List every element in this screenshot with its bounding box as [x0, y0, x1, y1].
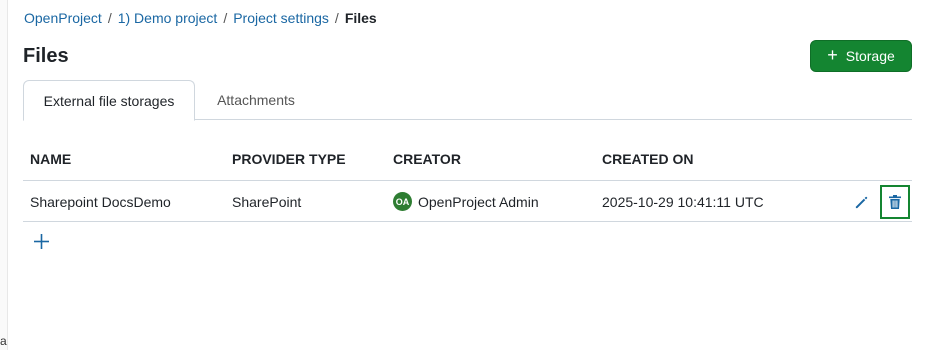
breadcrumb-separator: /	[334, 10, 339, 26]
breadcrumb-separator: /	[223, 10, 228, 26]
add-storage-row-button[interactable]	[32, 232, 50, 250]
breadcrumb-separator: /	[107, 10, 112, 26]
breadcrumb: OpenProject / 1) Demo project / Project …	[24, 10, 377, 26]
column-header-provider-type[interactable]: PROVIDER TYPE	[232, 151, 346, 167]
table-row: Sharepoint DocsDemo SharePoint OA OpenPr…	[23, 181, 912, 222]
delete-button[interactable]	[880, 185, 910, 219]
edit-button[interactable]	[851, 192, 871, 212]
trash-icon	[889, 195, 901, 209]
storages-table: NAME PROVIDER TYPE CREATOR CREATED ON Sh…	[23, 138, 912, 222]
breadcrumb-openproject[interactable]: OpenProject	[24, 10, 102, 26]
tab-label: Attachments	[217, 92, 295, 108]
add-storage-button[interactable]: + Storage	[810, 40, 912, 72]
left-sidebar-edge	[0, 0, 8, 350]
table-header: NAME PROVIDER TYPE CREATOR CREATED ON	[23, 138, 912, 181]
left-edge-text: a	[0, 334, 7, 348]
created-on: 2025-10-29 10:41:11 UTC	[602, 194, 764, 210]
storage-name[interactable]: Sharepoint DocsDemo	[30, 194, 171, 210]
breadcrumb-current: Files	[344, 10, 377, 26]
plus-icon: +	[827, 45, 838, 65]
page-title: Files	[23, 45, 69, 67]
creator-name: OpenProject Admin	[418, 193, 539, 210]
breadcrumb-demo-project[interactable]: 1) Demo project	[118, 10, 218, 26]
tab-attachments[interactable]: Attachments	[201, 80, 311, 120]
provider-type: SharePoint	[232, 194, 302, 210]
tab-label: External file storages	[43, 92, 175, 109]
avatar: OA	[393, 192, 412, 211]
pencil-icon	[855, 196, 867, 208]
tab-bar: External file storages Attachments	[23, 80, 912, 121]
tab-external-file-storages[interactable]: External file storages	[23, 80, 195, 121]
breadcrumb-project-settings[interactable]: Project settings	[233, 10, 329, 26]
add-storage-label: Storage	[845, 48, 895, 64]
column-header-name[interactable]: NAME	[30, 151, 71, 167]
plus-icon	[33, 233, 49, 249]
creator-cell: OA OpenProject Admin	[393, 192, 539, 211]
column-header-creator[interactable]: CREATOR	[393, 151, 461, 167]
column-header-created-on[interactable]: CREATED ON	[602, 151, 694, 167]
